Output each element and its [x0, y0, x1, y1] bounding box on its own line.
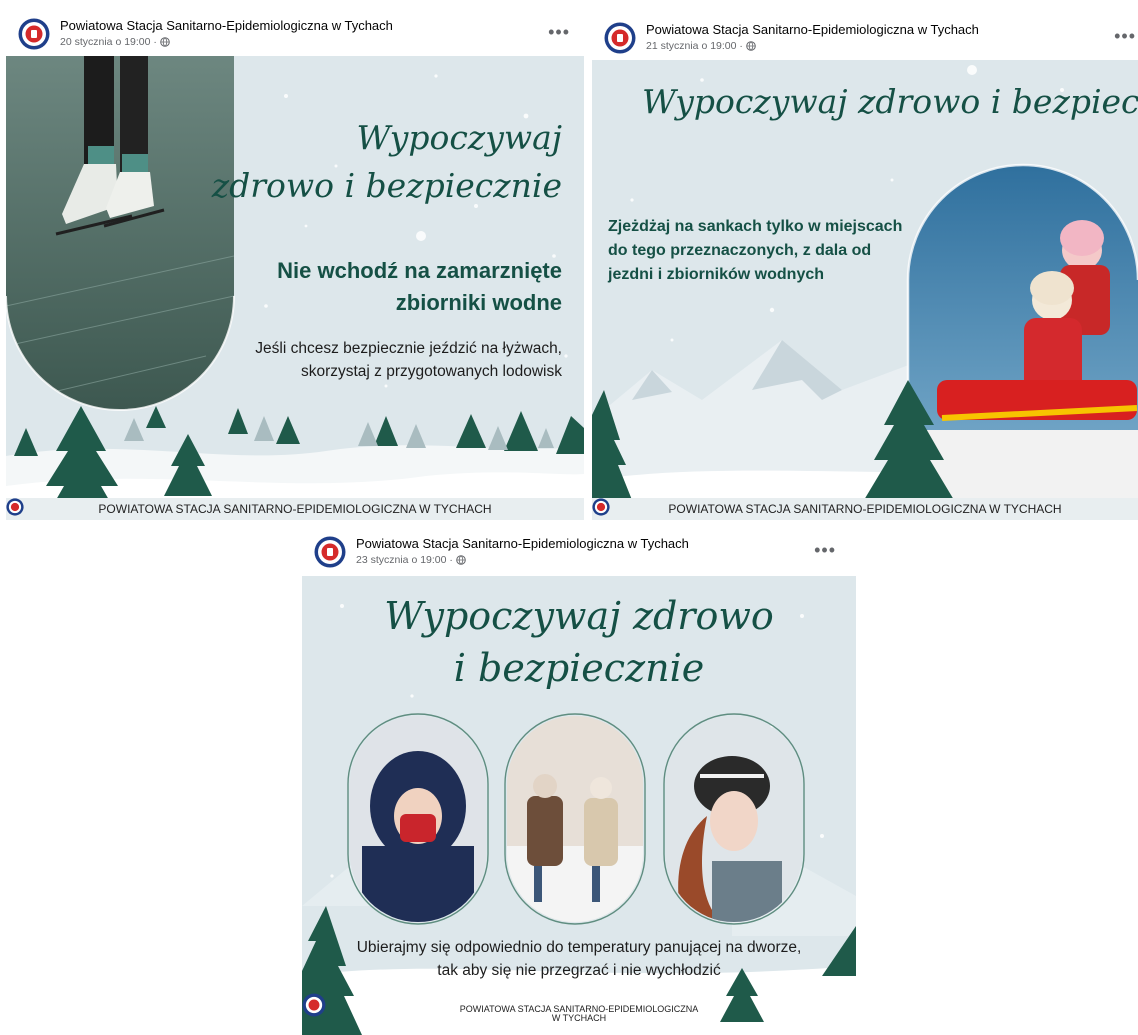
graphic-body-line2: skorzystaj z przygotowanych lodowisk [300, 363, 562, 380]
post-meta: 23 stycznia o 19:00 · [356, 554, 466, 566]
graphic-headline-line2: zbiorniki wodne [395, 290, 562, 315]
graphic-title-line2: i bezpiecznie [453, 646, 705, 690]
post-date[interactable]: 20 stycznia o 19:00 · [60, 36, 157, 48]
post-header: Powiatowa Stacja Sanitarno-Epidemiologic… [302, 526, 856, 582]
post-meta: 20 stycznia o 19:00 · [60, 36, 170, 48]
footer-text-line2: W TYCHACH [551, 1013, 607, 1023]
graphic-body-line2: tak aby się nie przegrzać i nie wychłodz… [437, 962, 721, 979]
graphic-body-line2: do tego przeznaczonych, z dala od [608, 242, 872, 259]
post-date[interactable]: 21 stycznia o 19:00 · [646, 40, 743, 52]
post-3: Powiatowa Stacja Sanitarno-Epidemiologic… [302, 526, 856, 1035]
post-1: Powiatowa Stacja Sanitarno-Epidemiologic… [6, 8, 584, 520]
post-graphic[interactable]: Wypoczywaj zdrowo i bezpiecznie Zjeżdżaj… [592, 60, 1138, 520]
logo-icon [6, 498, 24, 516]
avatar[interactable] [604, 22, 636, 54]
footer-text: POWIATOWA STACJA SANITARNO-EPIDEMIOLOGIC… [460, 1004, 699, 1024]
sledding-photo [908, 165, 1138, 500]
footer-text: POWIATOWA STACJA SANITARNO-EPIDEMIOLOGIC… [668, 501, 1062, 516]
graphic-footer: POWIATOWA STACJA SANITARNO-EPIDEMIOLOGIC… [592, 498, 1138, 520]
post-date[interactable]: 23 stycznia o 19:00 · [356, 554, 453, 566]
post-graphic[interactable]: Wypoczywaj zdrowo i bezpiecznie Ubierajm… [302, 576, 856, 1035]
graphic-footer: POWIATOWA STACJA SANITARNO-EPIDEMIOLOGIC… [302, 993, 856, 1035]
globe-icon [160, 37, 170, 47]
graphic-scene [592, 65, 1138, 520]
graphic-footer: POWIATOWA STACJA SANITARNO-EPIDEMIOLOGIC… [6, 498, 584, 520]
avatar[interactable] [314, 536, 346, 568]
more-options-icon[interactable]: ••• [814, 540, 836, 561]
graphic-title-line2: zdrowo i bezpiecznie [211, 166, 562, 205]
graphic-body-line1: Ubierajmy się odpowiednio do temperatury… [356, 939, 802, 956]
graphic-title-line1: Wypoczywaj zdrowo [384, 594, 774, 638]
post-graphic[interactable]: Wypoczywaj zdrowo i bezpiecznie Nie wcho… [6, 56, 584, 520]
graphic-headline-line1: Nie wchodź na zamarznięte [277, 258, 562, 283]
globe-icon [746, 41, 756, 51]
post-2: Powiatowa Stacja Sanitarno-Epidemiologic… [592, 12, 1138, 520]
graphic-title-line1: Wypoczywaj [356, 118, 563, 157]
logo-icon [592, 498, 610, 516]
post-author[interactable]: Powiatowa Stacja Sanitarno-Epidemiologic… [356, 536, 689, 551]
post-meta: 21 stycznia o 19:00 · [646, 40, 756, 52]
globe-icon [456, 555, 466, 565]
post-author[interactable]: Powiatowa Stacja Sanitarno-Epidemiologic… [646, 22, 979, 37]
graphic-title: Wypoczywaj zdrowo i bezpiecznie [642, 82, 1138, 121]
more-options-icon[interactable]: ••• [548, 22, 570, 43]
footer-text: POWIATOWA STACJA SANITARNO-EPIDEMIOLOGIC… [98, 501, 492, 516]
avatar[interactable] [18, 18, 50, 50]
winter-photo-1 [350, 716, 486, 922]
graphic-body-line1: Zjeżdżaj na sankach tylko w miejscach [608, 218, 903, 235]
post-author[interactable]: Powiatowa Stacja Sanitarno-Epidemiologic… [60, 18, 393, 33]
winter-photo-2 [507, 716, 643, 922]
skater-photo [6, 56, 234, 410]
logo-icon [302, 993, 326, 1017]
graphic-body-line1: Jeśli chcesz bezpiecznie jeździć na łyżw… [255, 340, 562, 357]
more-options-icon[interactable]: ••• [1114, 26, 1136, 47]
graphic-body-line3: jezdni i zbiorników wodnych [608, 266, 825, 283]
winter-photo-3 [666, 716, 802, 922]
